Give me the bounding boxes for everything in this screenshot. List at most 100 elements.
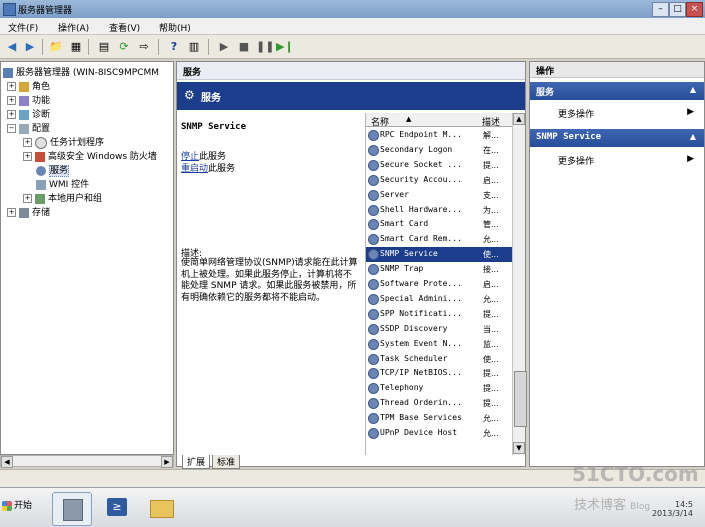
export-list-icon[interactable]: ⇨ — [136, 39, 152, 54]
service-name: SNMP Service — [380, 249, 438, 259]
service-gear-icon — [368, 398, 379, 410]
menu-view[interactable]: 查看(V) — [109, 21, 140, 34]
close-button[interactable]: × — [686, 2, 703, 17]
expand-icon[interactable]: + — [7, 110, 16, 119]
tree-root[interactable]: 服务器管理器 (WIN-8ISC9MPCMM — [3, 65, 159, 79]
minimize-button[interactable]: – — [652, 2, 669, 17]
service-row[interactable]: TCP/IP NetBIOS... 提... — [366, 366, 512, 381]
service-gear-icon — [368, 264, 379, 276]
start-button[interactable]: 开始 — [2, 498, 44, 518]
column-name-header[interactable]: 名称 — [371, 115, 389, 128]
services-gear-icon — [36, 165, 46, 176]
start-service-icon[interactable]: ▶ — [216, 39, 232, 54]
services-vertical-scrollbar[interactable]: ▲ ▼ — [512, 113, 527, 455]
forward-icon[interactable]: ▶ — [22, 39, 38, 54]
service-row[interactable]: Software Prote... 启... — [366, 277, 512, 292]
service-row[interactable]: Server 支... — [366, 188, 512, 203]
menu-action[interactable]: 操作(A) — [58, 21, 89, 34]
tree-item-storage[interactable]: + 存储 — [7, 205, 50, 219]
taskbar-server-manager[interactable] — [52, 492, 92, 526]
expand-icon[interactable]: + — [7, 82, 16, 91]
expand-icon[interactable]: + — [23, 194, 32, 203]
scroll-left-icon[interactable]: ◀ — [1, 456, 13, 468]
help-icon[interactable]: ? — [166, 39, 182, 54]
expand-icon[interactable]: + — [23, 138, 32, 147]
tab-standard[interactable]: 标准 — [212, 455, 241, 469]
view-tabs: 扩展 标准 — [176, 455, 526, 469]
tree-item-wmi-control[interactable]: WMI 控件 — [36, 177, 89, 191]
show-action-pane-icon[interactable]: ▥ — [186, 39, 202, 54]
collapse-caret-icon[interactable]: ▲ — [690, 85, 696, 94]
tree-item-task-scheduler[interactable]: + 任务计划程序 — [23, 135, 104, 149]
service-gear-icon — [368, 368, 379, 380]
pause-service-icon[interactable]: ❚❚ — [256, 39, 274, 54]
scroll-down-icon[interactable]: ▼ — [513, 442, 525, 454]
service-row[interactable]: Security Accou... 启... — [366, 173, 512, 188]
refresh-icon[interactable]: ⟳ — [116, 39, 132, 54]
scroll-thumb[interactable] — [514, 371, 527, 427]
restart-service-icon[interactable]: ▶❙ — [276, 39, 294, 54]
services-gear-icon: ⚙ — [184, 88, 195, 102]
stop-service-icon[interactable]: ■ — [236, 39, 252, 54]
service-row[interactable]: Secondary Logon 在... — [366, 143, 512, 158]
tree-item-diagnostics[interactable]: + 诊断 — [7, 107, 50, 121]
taskbar-powershell[interactable]: ≥ — [98, 492, 136, 524]
scroll-up-icon[interactable]: ▲ — [513, 113, 525, 125]
services-banner: ⚙ 服务 — [177, 82, 525, 110]
more-actions-snmp[interactable]: 更多操作 — [558, 154, 594, 167]
tree-item-roles[interactable]: + 角色 — [7, 79, 50, 93]
expand-icon[interactable]: + — [7, 208, 16, 217]
more-actions-services[interactable]: 更多操作 — [558, 107, 594, 120]
expand-icon[interactable]: + — [7, 96, 16, 105]
service-gear-icon — [368, 293, 379, 305]
tree-item-configuration[interactable]: − 配置 — [7, 121, 50, 135]
tray-clock[interactable]: 14:5 2013/3/14 — [652, 500, 693, 518]
service-row[interactable]: TPM Base Services 允... — [366, 411, 512, 426]
restart-service-link[interactable]: 重启动此服务 — [181, 161, 235, 174]
tree-horizontal-scrollbar[interactable]: ◀ ▶ — [0, 455, 174, 468]
service-row[interactable]: Secure Socket ... 提... — [366, 158, 512, 173]
expand-icon[interactable]: + — [23, 152, 32, 161]
service-row[interactable]: Shell Hardware... 为... — [366, 203, 512, 218]
service-row[interactable]: Smart Card 管... — [366, 217, 512, 232]
banner-title: 服务 — [201, 93, 221, 104]
actions-section-services[interactable]: 服务 ▲ — [530, 82, 704, 100]
back-icon[interactable]: ◀ — [4, 39, 20, 54]
collapse-icon[interactable]: − — [7, 124, 16, 133]
taskbar-explorer[interactable] — [142, 492, 180, 524]
service-row[interactable]: Thread Orderin... 提... — [366, 396, 512, 411]
tab-extended[interactable]: 扩展 — [182, 455, 211, 469]
service-description: 使... — [483, 354, 499, 364]
tree-item-local-users[interactable]: + 本地用户和组 — [23, 191, 102, 205]
column-desc-header[interactable]: 描述 — [482, 115, 500, 128]
properties-icon[interactable]: ▤ — [96, 39, 112, 54]
service-name: Secondary Logon — [380, 144, 453, 154]
service-row[interactable]: SNMP Trap 接... — [366, 262, 512, 277]
service-description: 管... — [483, 220, 499, 230]
menu-file[interactable]: 文件(F) — [8, 21, 38, 34]
service-row[interactable]: Task Scheduler 使... — [366, 352, 512, 367]
service-row[interactable]: SNMP Service 使... — [366, 247, 512, 263]
actions-section-snmp[interactable]: SNMP Service ▲ — [530, 129, 704, 147]
maximize-button[interactable]: □ — [669, 2, 686, 17]
tree-item-features[interactable]: + 功能 — [7, 93, 50, 107]
service-row[interactable]: Special Admini... 允... — [366, 292, 512, 307]
tree-item-firewall[interactable]: + 高级安全 Windows 防火墙 — [23, 149, 173, 163]
collapse-caret-icon[interactable]: ▲ — [690, 132, 696, 141]
tree-item-services[interactable]: 服务 — [36, 163, 70, 177]
service-row[interactable]: SPP Notificati... 提... — [366, 307, 512, 322]
service-row[interactable]: UPnP Device Host 允... — [366, 426, 512, 441]
watermark: 51CTO.com — [572, 462, 699, 486]
service-row[interactable]: SSDP Discovery 当... — [366, 322, 512, 337]
menu-help[interactable]: 帮助(H) — [159, 21, 191, 34]
service-row[interactable]: Telephony 提... — [366, 381, 512, 396]
show-hide-tree-icon[interactable]: ▦ — [68, 39, 84, 54]
toolbar-separator — [158, 39, 159, 55]
service-row[interactable]: Smart Card Rem... 允... — [366, 232, 512, 247]
submenu-arrow-icon: ▶ — [687, 107, 694, 117]
service-description: 允... — [483, 414, 499, 424]
up-folder-icon[interactable]: 📁 — [48, 39, 64, 54]
service-row[interactable]: RPC Endpoint M... 解... — [366, 128, 512, 143]
scroll-right-icon[interactable]: ▶ — [161, 456, 173, 468]
service-row[interactable]: System Event N... 监... — [366, 337, 512, 352]
